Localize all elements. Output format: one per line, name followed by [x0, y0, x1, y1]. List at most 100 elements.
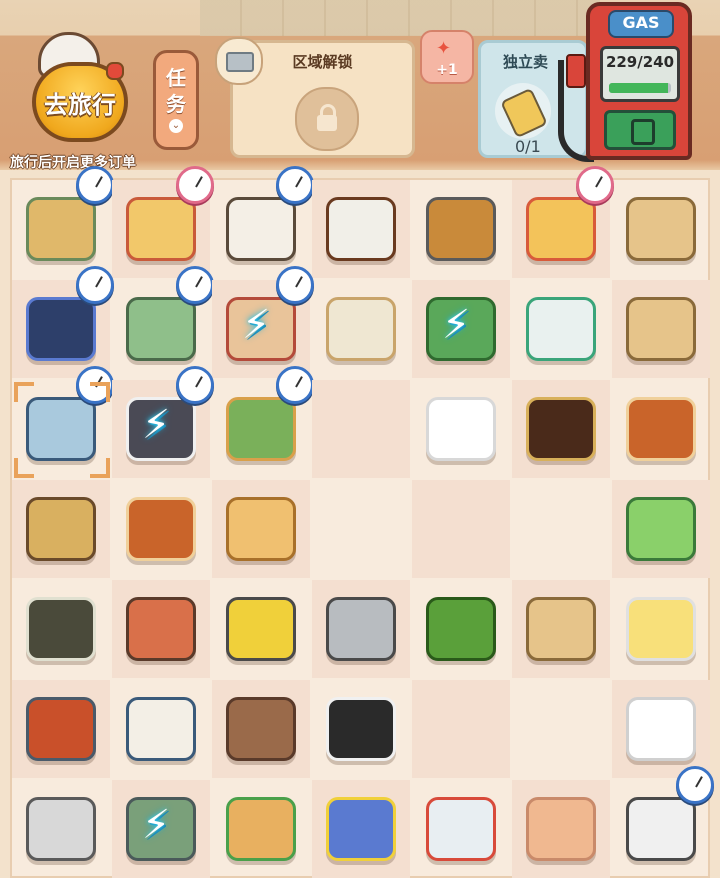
board-cell[interactable] [412, 180, 510, 278]
chevron-down-icon: ⌄ [169, 119, 183, 133]
meat-stew-icon[interactable] [26, 697, 96, 761]
board-cell[interactable] [612, 580, 710, 678]
green-ball-icon[interactable] [426, 597, 496, 661]
board-cell[interactable] [412, 680, 510, 778]
board-cell[interactable] [612, 280, 710, 378]
board-cell[interactable] [12, 680, 110, 778]
folding-fan-icon[interactable] [526, 197, 596, 261]
bakery-box-icon[interactable] [126, 197, 196, 261]
butter-pack-icon[interactable] [626, 597, 696, 661]
board-cell[interactable] [312, 680, 410, 778]
bread-bun-icon[interactable] [226, 497, 296, 561]
rice-cooker-icon[interactable] [126, 297, 196, 361]
board-cell[interactable] [112, 680, 210, 778]
soy-sauce-bottle-icon[interactable] [526, 397, 596, 461]
coffee-bean-sack-icon[interactable] [326, 197, 396, 261]
timer-icon [176, 166, 214, 204]
printer-icon[interactable] [626, 797, 696, 861]
board-cell[interactable] [212, 166, 314, 278]
gas-nozzle-icon [566, 54, 586, 88]
rice-tray-icon[interactable] [326, 297, 396, 361]
pot-lid-icon[interactable] [26, 797, 96, 861]
board-cell[interactable] [112, 166, 214, 278]
board-cell[interactable]: ⚡ [112, 780, 210, 878]
sugar-cane-icon[interactable] [26, 597, 96, 661]
board-cell[interactable] [12, 266, 114, 378]
hand-truck-icon[interactable] [26, 197, 96, 261]
board-cell[interactable] [512, 780, 610, 878]
board-cell[interactable] [512, 680, 610, 778]
sauce-bottle-icon[interactable] [126, 497, 196, 561]
bottles-icon[interactable] [426, 797, 496, 861]
board-cell[interactable] [312, 480, 410, 578]
sugar-cubes-icon[interactable] [626, 697, 696, 761]
board-cell[interactable] [412, 780, 510, 878]
task-button[interactable]: 任 务 ⌄ [153, 50, 199, 150]
paper-bag-icon[interactable] [626, 297, 696, 361]
lock-icon[interactable] [295, 87, 359, 151]
board-cell[interactable] [212, 480, 310, 578]
board-cell[interactable] [112, 266, 214, 378]
screw-icon[interactable] [326, 597, 396, 661]
board-cell[interactable] [512, 480, 610, 578]
food-stand-cloth-icon[interactable] [26, 297, 96, 361]
chef-hat-icon[interactable] [426, 397, 496, 461]
board-cell[interactable] [12, 580, 110, 678]
board-cell[interactable] [312, 380, 410, 478]
merge-board: ⚡ ⚡ ⚡ ⚡ [10, 166, 714, 878]
board-cell[interactable] [12, 780, 110, 878]
board-cell[interactable] [312, 180, 410, 278]
gum-pack-icon[interactable] [626, 497, 696, 561]
paper-bag-icon[interactable] [526, 597, 596, 661]
board-cell[interactable]: ⚡ [112, 366, 214, 478]
timer-icon [276, 266, 314, 304]
board-cell[interactable]: ⚡ [212, 266, 314, 378]
board-cell[interactable] [212, 680, 310, 778]
reward-badge[interactable]: ✦ +1 [420, 30, 474, 84]
selection-corner [14, 382, 34, 402]
board-cell[interactable] [112, 480, 210, 578]
board-cell[interactable] [412, 580, 510, 678]
board-cell[interactable] [512, 280, 610, 378]
board-cell[interactable] [412, 380, 510, 478]
money-icon[interactable] [604, 110, 676, 150]
board-cell[interactable] [212, 780, 310, 878]
independent-count: 0/1 [515, 137, 541, 156]
board-cell[interactable] [612, 180, 710, 278]
board-cell[interactable] [612, 380, 710, 478]
rope-icon[interactable] [226, 697, 296, 761]
board-cell[interactable] [112, 580, 210, 678]
meat-skewers-icon[interactable] [126, 597, 196, 661]
board-cell[interactable] [312, 780, 410, 878]
sauce-bottle-icon[interactable] [626, 397, 696, 461]
board-cell[interactable]: ⚡ [412, 280, 510, 378]
board-cell[interactable] [412, 480, 510, 578]
timer-icon [576, 166, 614, 204]
noodle-bowl-icon[interactable] [126, 697, 196, 761]
sushi-roll-icon[interactable] [326, 697, 396, 761]
glue-bottle-icon[interactable] [526, 297, 596, 361]
hammer-icon[interactable] [26, 497, 96, 561]
board-cell[interactable] [612, 766, 714, 878]
paper-bag-icon[interactable] [626, 197, 696, 261]
board-cell[interactable] [12, 480, 110, 578]
area-unlock-panel[interactable]: 区域解锁 [215, 37, 415, 158]
pliers-icon[interactable] [226, 597, 296, 661]
board-cell[interactable] [612, 680, 710, 778]
board-cell[interactable] [212, 366, 314, 478]
board-cell[interactable] [612, 480, 710, 578]
egg-toast-icon[interactable] [226, 797, 296, 861]
poster-icon[interactable] [326, 797, 396, 861]
paper-sheet-icon[interactable] [526, 797, 596, 861]
gas-pump[interactable]: GAS 229/240 [586, 2, 692, 160]
board-cell[interactable] [212, 580, 310, 678]
board-cell[interactable] [512, 166, 614, 278]
board-cell[interactable] [312, 580, 410, 678]
scooter-delivery-icon[interactable] [226, 397, 296, 461]
tray-of-bottles-icon[interactable] [226, 197, 296, 261]
board-cell[interactable] [312, 280, 410, 378]
brush-icon[interactable] [426, 197, 496, 261]
board-cell[interactable] [512, 580, 610, 678]
board-cell[interactable] [12, 166, 114, 278]
board-cell[interactable] [512, 380, 610, 478]
